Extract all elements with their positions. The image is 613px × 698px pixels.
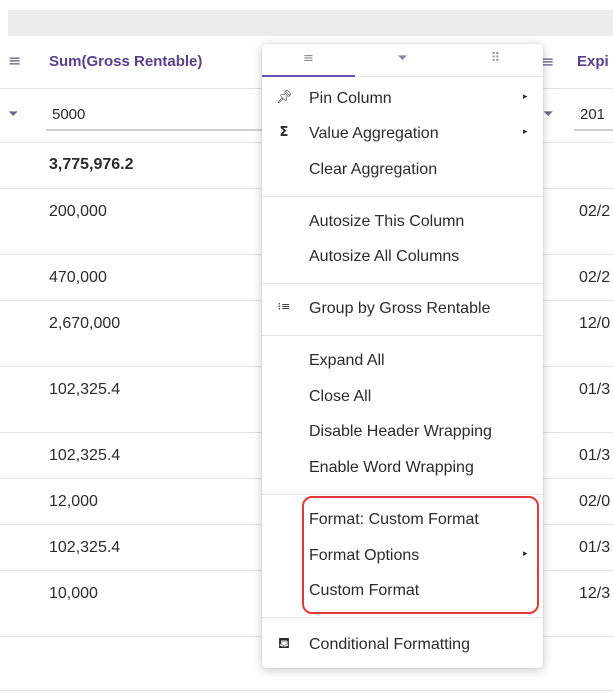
submenu-arrow-icon: ▸ [523,549,528,559]
cell-value: 102,325.4 [49,381,121,398]
menu-item-conditional-formatting[interactable]: ⛾ Conditional Formatting [262,629,543,663]
grid-bottom-divider [0,690,613,691]
filter-icon: ⏷ [397,51,408,66]
cell-expiry: 02/2 [579,269,611,286]
column-menu-icon[interactable]: ≡ [541,52,554,71]
cell-expiry: 01/3 [579,381,611,398]
toolbar-strip [8,10,613,36]
menu-item-label: Autosize This Column [309,213,465,230]
menu-item-pin-column[interactable]: 📌︎ Pin Column ▸ [262,83,543,117]
menu-item-label: Enable Word Wrapping [309,459,474,476]
paint-bucket-icon: ⛾ [277,634,291,652]
cell-expiry: 12/0 [579,315,611,332]
column-context-menu: ≡ ⏷ ⠿ 📌︎ Pin Column ▸ Σ Value Aggregatio… [262,44,543,668]
cell-value: 12,000 [49,493,98,510]
cell-value: 10,000 [49,585,98,602]
total-value: 3,775,976.2 [49,156,134,173]
tab-general[interactable]: ≡ [262,44,355,77]
menu-divider [262,196,543,197]
menu-item-label: Format Options [309,547,420,564]
menu-item-expand-all[interactable]: Expand All [262,345,543,379]
cell-value: 200,000 [49,203,107,220]
menu-item-close-all[interactable]: Close All [262,381,543,415]
menu-item-label: Conditional Formatting [309,636,470,653]
menu-item-label: Custom Format [309,582,420,599]
column-header-sum-gross-rentable[interactable]: Sum(Gross Rentable) [49,53,202,70]
menu-item-value-aggregation[interactable]: Σ Value Aggregation ▸ [262,118,543,152]
menu-item-label: Close All [309,388,372,405]
column-filter-input[interactable] [46,99,270,131]
menu-item-format-custom-format[interactable]: Format: Custom Format [262,504,543,538]
menu-item-clear-aggregation[interactable]: Clear Aggregation [262,154,543,188]
menu-item-autosize-all-columns[interactable]: Autosize All Columns [262,241,543,275]
filter-icon[interactable]: ⏷ [8,107,18,122]
menu-item-group-by[interactable]: ⁝≡ Group by Gross Rentable [262,293,543,327]
menu-item-format-options[interactable]: Format Options ▸ [262,540,543,574]
submenu-arrow-icon: ▸ [523,92,528,102]
menu-divider [262,283,543,284]
cell-value: 470,000 [49,269,107,286]
column-menu-icon[interactable]: ≡ [8,52,24,70]
cell-value: 2,670,000 [49,315,121,332]
menu-item-label: Value Aggregation [309,125,439,142]
pin-icon: 📌︎ [276,90,293,105]
menu-item-autosize-this-column[interactable]: Autosize This Column [262,206,543,240]
column-header-expiry[interactable]: Expi [577,53,609,70]
cell-value: 102,325.4 [49,539,121,556]
cell-value: 102,325.4 [49,447,121,464]
menu-item-label: Pin Column [309,90,392,107]
sigma-icon: Σ [279,125,289,140]
menu-item-custom-format[interactable]: Custom Format [262,575,543,609]
cell-expiry: 01/3 [579,539,611,556]
expiry-filter-input[interactable] [574,99,613,131]
group-by-icon: ⁝≡ [277,300,291,313]
columns-grid-icon: ⠿ [490,51,501,66]
menu-divider [262,494,543,495]
tab-filter[interactable]: ⏷ [356,44,449,76]
menu-item-label: Disable Header Wrapping [309,423,492,440]
menu-item-enable-word-wrapping[interactable]: Enable Word Wrapping [262,452,543,486]
submenu-arrow-icon: ▸ [523,127,528,137]
menu-item-label: Group by Gross Rentable [309,300,491,317]
general-menu-icon: ≡ [303,51,314,66]
menu-item-disable-header-wrapping[interactable]: Disable Header Wrapping [262,416,543,450]
tab-columns[interactable]: ⠿ [449,44,542,76]
column-menu-tabs: ≡ ⏷ ⠿ [262,44,543,77]
cell-expiry: 02/0 [579,493,611,510]
menu-item-label: Autosize All Columns [309,248,460,265]
menu-divider [262,335,543,336]
cell-expiry: 01/3 [579,447,611,464]
menu-divider [262,617,543,618]
menu-item-label: Expand All [309,352,385,369]
menu-item-label: Format: Custom Format [309,511,479,528]
cell-expiry: 12/3 [579,585,611,602]
cell-expiry: 02/2 [579,203,611,220]
filter-icon[interactable]: ⏷ [543,107,553,122]
menu-item-label: Clear Aggregation [309,161,438,178]
